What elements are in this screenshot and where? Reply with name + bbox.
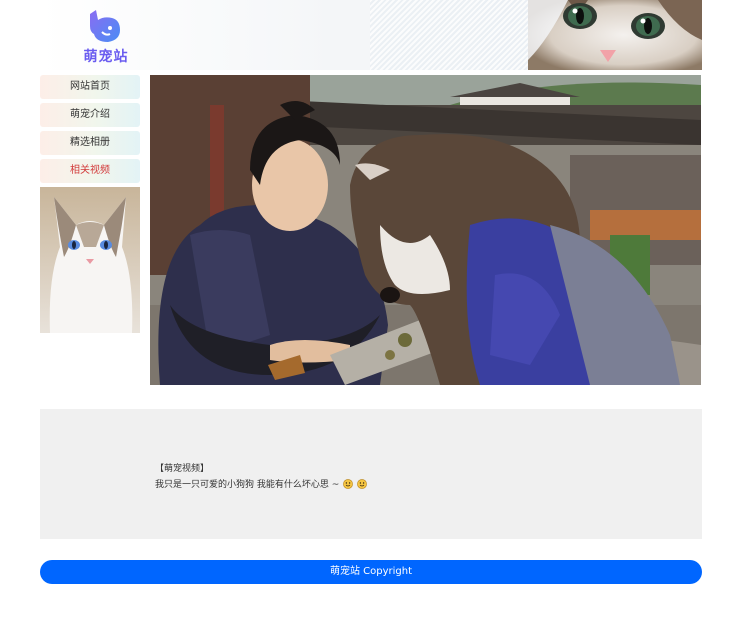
sidebar-cat-photo bbox=[40, 187, 140, 333]
header-cat-image bbox=[528, 0, 702, 70]
smiling-face-icon bbox=[343, 479, 354, 489]
sidebar-item-videos[interactable]: 相关视频 bbox=[40, 159, 140, 183]
video-frame-image bbox=[150, 75, 701, 385]
sidebar-item-album[interactable]: 精选相册 bbox=[40, 131, 140, 155]
video-player[interactable] bbox=[150, 75, 701, 385]
sidebar-nav: 网站首页 萌宠介绍 精选相册 相关视频 bbox=[40, 75, 140, 333]
smiling-face-icon bbox=[357, 479, 367, 489]
site-footer: 萌宠站 Copyright bbox=[40, 560, 702, 584]
logo-text: 萌宠站 bbox=[83, 49, 129, 65]
sidebar-item-home[interactable]: 网站首页 bbox=[40, 75, 140, 99]
caption-text: 我只是一只可爱的小狗狗 我能有什么坏心思 ~ bbox=[155, 477, 367, 490]
caption-title: 【萌宠视频】 bbox=[155, 464, 210, 474]
caption-body: 我只是一只可爱的小狗狗 我能有什么坏心思 ~ bbox=[155, 480, 340, 490]
video-caption-box: 【萌宠视频】 我只是一只可爱的小狗狗 我能有什么坏心思 ~ bbox=[40, 409, 702, 539]
sidebar-item-pet-intro[interactable]: 萌宠介绍 bbox=[40, 103, 140, 127]
site-logo[interactable]: 萌宠站 bbox=[76, 8, 136, 66]
site-header: 萌宠站 bbox=[40, 0, 702, 70]
dog-logo-icon bbox=[90, 10, 120, 42]
